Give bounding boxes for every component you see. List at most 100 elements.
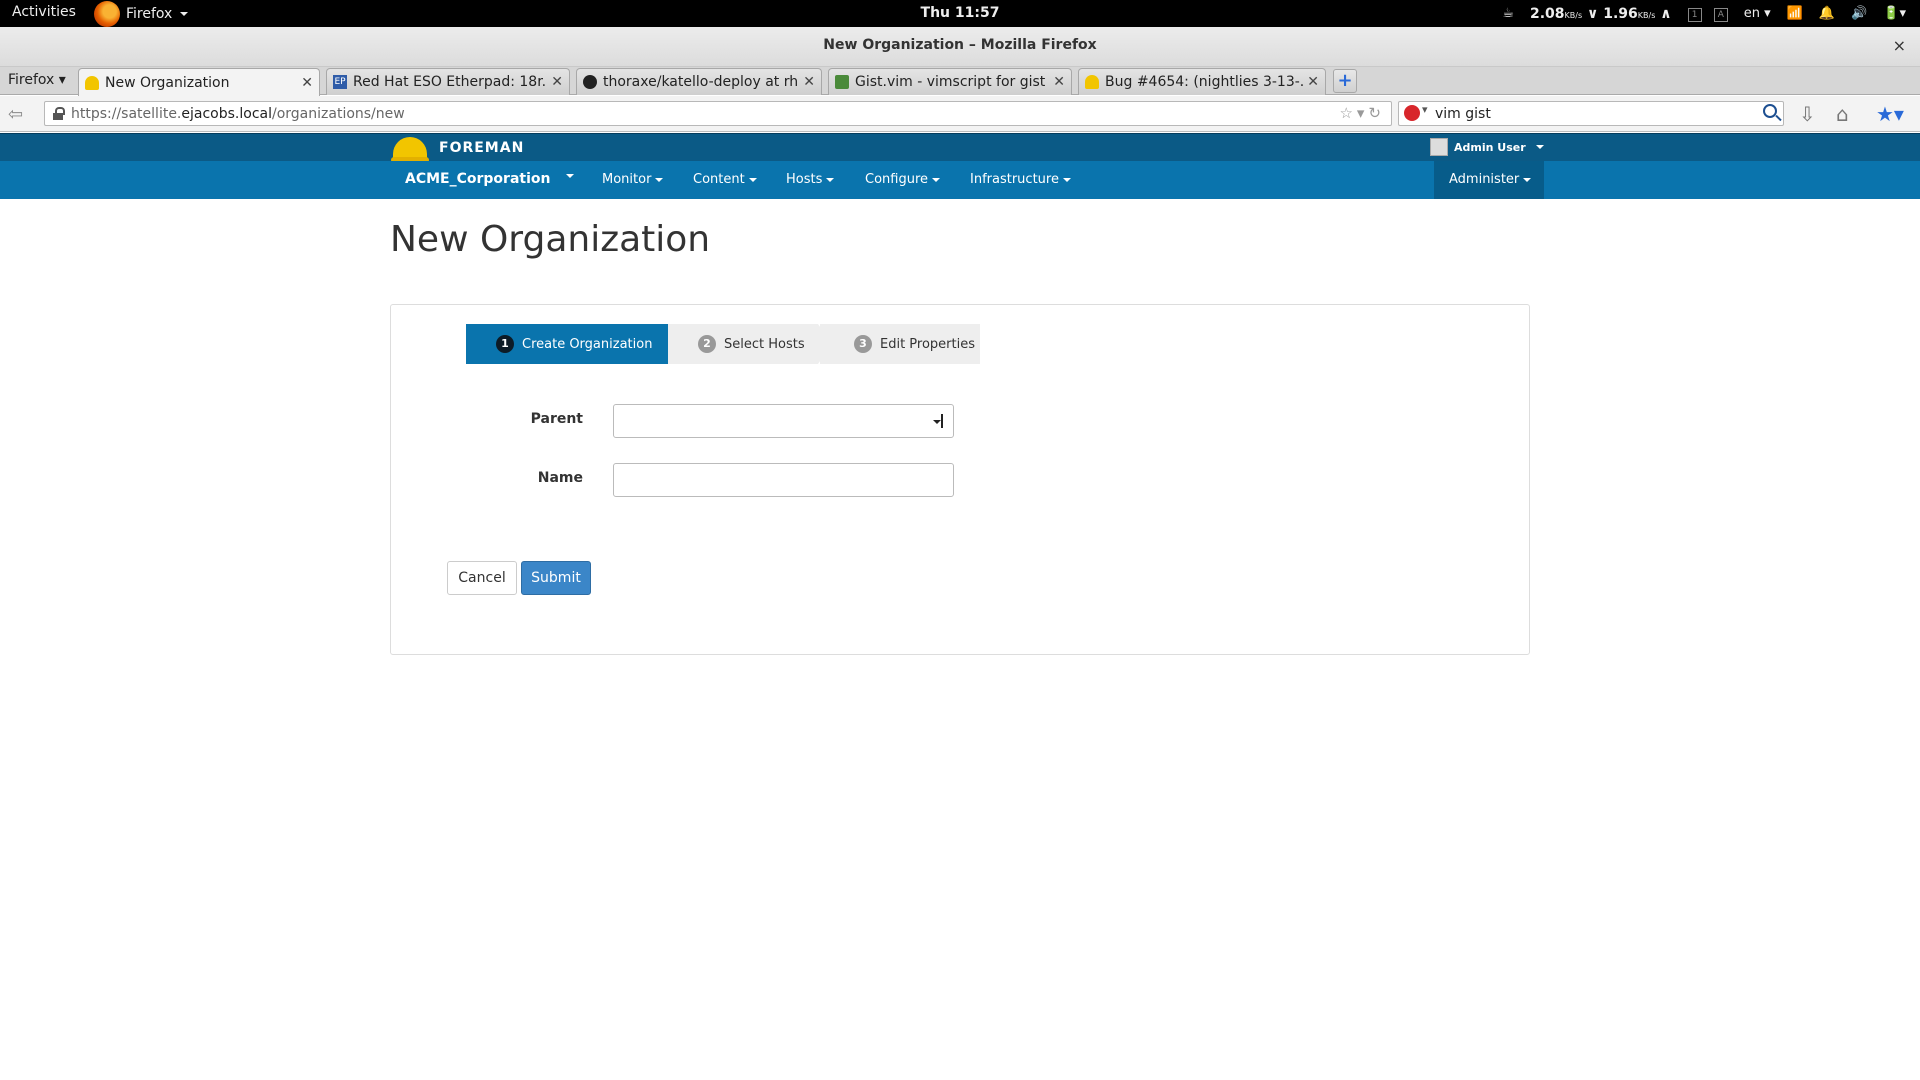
search-input[interactable]: vim gist: [1435, 106, 1491, 122]
search-bar[interactable]: vim gist: [1398, 101, 1784, 126]
tab-label: thoraxe/katello-deploy at rh...: [603, 74, 800, 90]
cancel-button[interactable]: Cancel: [447, 561, 517, 595]
menu-hosts[interactable]: Hosts: [786, 172, 835, 187]
parent-select[interactable]: [613, 404, 954, 438]
vim-favicon-icon: [835, 75, 849, 89]
browser-navbar: ⇦ https://satellite.ejacobs.local/organi…: [0, 96, 1920, 132]
name-field[interactable]: [613, 463, 954, 497]
menu-administer[interactable]: Administer: [1434, 161, 1544, 199]
url-bar[interactable]: https://satellite.ejacobs.local/organiza…: [44, 101, 1392, 126]
firefox-menu-button[interactable]: Firefox ▾: [8, 72, 66, 88]
foreman-brand[interactable]: FOREMAN: [439, 140, 524, 156]
tab-close-icon[interactable]: ✕: [1053, 74, 1065, 90]
back-arrow-icon[interactable]: ⇦: [8, 104, 23, 125]
net-up-value: 1.96: [1603, 5, 1638, 22]
net-up-unit: KB/s: [1637, 10, 1656, 20]
system-tray: ☕ 2.08KB/s ∨ 1.96KB/s ∧ 1 A en ▾ 📶 🔔 🔊 🔋…: [1502, 0, 1906, 27]
chevron-down-icon[interactable]: [566, 174, 574, 178]
menu-label: Hosts: [786, 172, 823, 187]
menu-label: Administer: [1449, 172, 1520, 187]
wizard-step-select-hosts[interactable]: 2 Select Hosts: [668, 324, 832, 364]
url-host: ejacobs.local: [181, 106, 272, 122]
menu-monitor[interactable]: Monitor: [602, 172, 664, 187]
tab-github[interactable]: thoraxe/katello-deploy at rh... ✕: [576, 68, 822, 95]
chevron-down-icon: [1535, 145, 1544, 149]
chevron-down-icon: [931, 414, 943, 428]
tab-label: New Organization: [105, 74, 230, 91]
foreman-favicon-icon: [1085, 75, 1099, 89]
tab-etherpad[interactable]: EP Red Hat ESO Etherpad: 18r... ✕: [326, 68, 570, 95]
language-indicator[interactable]: en ▾: [1744, 6, 1771, 21]
net-down-unit: KB/s: [1564, 10, 1583, 20]
url-prefix: https://satellite.: [71, 106, 182, 122]
tab-bug-4654[interactable]: Bug #4654: (nightlies 3-13-... ✕: [1078, 68, 1326, 95]
addon-icon[interactable]: ★▾: [1876, 102, 1904, 126]
step-label: Edit Properties: [880, 336, 976, 352]
tab-label: Red Hat ESO Etherpad: 18r...: [353, 74, 548, 90]
step-number: 2: [698, 335, 716, 353]
reload-icon[interactable]: ↻: [1368, 104, 1385, 122]
step-label: Select Hosts: [724, 336, 805, 352]
new-tab-button[interactable]: +: [1333, 69, 1357, 93]
page-title: New Organization: [390, 219, 711, 260]
window-close-icon[interactable]: ×: [1893, 36, 1906, 55]
step-number: 1: [496, 335, 514, 353]
foreman-header: FOREMAN Admin User: [0, 133, 1920, 163]
volume-icon[interactable]: 🔊: [1851, 6, 1867, 21]
organization-switcher[interactable]: ACME_Corporation: [405, 171, 550, 187]
tab-close-icon[interactable]: ✕: [551, 74, 563, 90]
notification-bell-icon[interactable]: 🔔: [1819, 6, 1835, 21]
chevron-down-icon: [1523, 177, 1532, 182]
home-icon[interactable]: ⌂: [1836, 102, 1849, 126]
submit-button[interactable]: Submit: [521, 561, 591, 595]
tab-label: Bug #4654: (nightlies 3-13-...: [1105, 74, 1304, 90]
chevron-down-icon: [748, 177, 757, 182]
menu-infrastructure[interactable]: Infrastructure: [970, 172, 1071, 187]
tab-close-icon[interactable]: ✕: [803, 74, 815, 90]
chevron-down-icon: [655, 177, 664, 182]
tab-gist-vim[interactable]: Gist.vim - vimscript for gist : ... ✕: [828, 68, 1072, 95]
url-bar-tools: ☆▾↻: [1339, 104, 1385, 122]
menu-label: Infrastructure: [970, 172, 1059, 187]
window-title: New Organization – Mozilla Firefox: [823, 37, 1097, 53]
bookmark-star-icon[interactable]: ☆: [1339, 104, 1356, 122]
step-label: Create Organization: [522, 336, 653, 352]
github-favicon-icon: [583, 75, 597, 89]
history-dropdown-icon[interactable]: ▾: [1357, 104, 1369, 122]
search-icon[interactable]: [1763, 104, 1777, 118]
step-number: 3: [854, 335, 872, 353]
foreman-favicon-icon: [85, 75, 99, 90]
chevron-down-icon: [826, 177, 835, 182]
parent-label: Parent: [530, 411, 583, 427]
etherpad-favicon-icon: EP: [333, 75, 347, 89]
lock-icon: [53, 107, 65, 120]
tab-new-organization[interactable]: New Organization ✕: [78, 68, 320, 96]
tab-close-icon[interactable]: ✕: [301, 75, 313, 91]
tab-strip: Firefox ▾ New Organization ✕ EP Red Hat …: [0, 67, 1920, 96]
language-label: en: [1743, 6, 1761, 21]
foreman-nav: ACME_Corporation Monitor Content Hosts C…: [0, 161, 1920, 199]
menu-label: Configure: [865, 172, 929, 187]
search-engine-icon[interactable]: [1404, 103, 1428, 121]
tab-close-icon[interactable]: ✕: [1307, 74, 1319, 90]
user-menu[interactable]: Admin User: [1430, 138, 1544, 156]
wizard-step-edit-properties[interactable]: 3 Edit Properties: [818, 324, 980, 364]
net-down-value: 2.08: [1529, 5, 1565, 22]
menu-configure[interactable]: Configure: [865, 172, 941, 187]
battery-icon[interactable]: 🔋▾: [1883, 6, 1906, 21]
workspace-1-icon[interactable]: 1: [1687, 7, 1702, 22]
url-path: /organizations/new: [272, 106, 405, 122]
menu-label: Monitor: [602, 172, 652, 187]
user-name: Admin User: [1454, 140, 1526, 154]
coffee-icon[interactable]: ☕: [1502, 6, 1514, 21]
chevron-down-icon: [932, 177, 941, 182]
workspace-indicators: 1 A: [1687, 6, 1728, 22]
menu-content[interactable]: Content: [693, 172, 757, 187]
avatar: [1430, 138, 1448, 156]
wizard-step-create-organization[interactable]: 1 Create Organization: [466, 324, 682, 364]
downloads-icon[interactable]: ⇩: [1799, 102, 1816, 126]
name-label: Name: [537, 470, 583, 486]
menu-label: Content: [693, 172, 745, 187]
workspace-a-icon[interactable]: A: [1713, 7, 1728, 22]
wifi-icon[interactable]: 📶: [1787, 6, 1803, 21]
